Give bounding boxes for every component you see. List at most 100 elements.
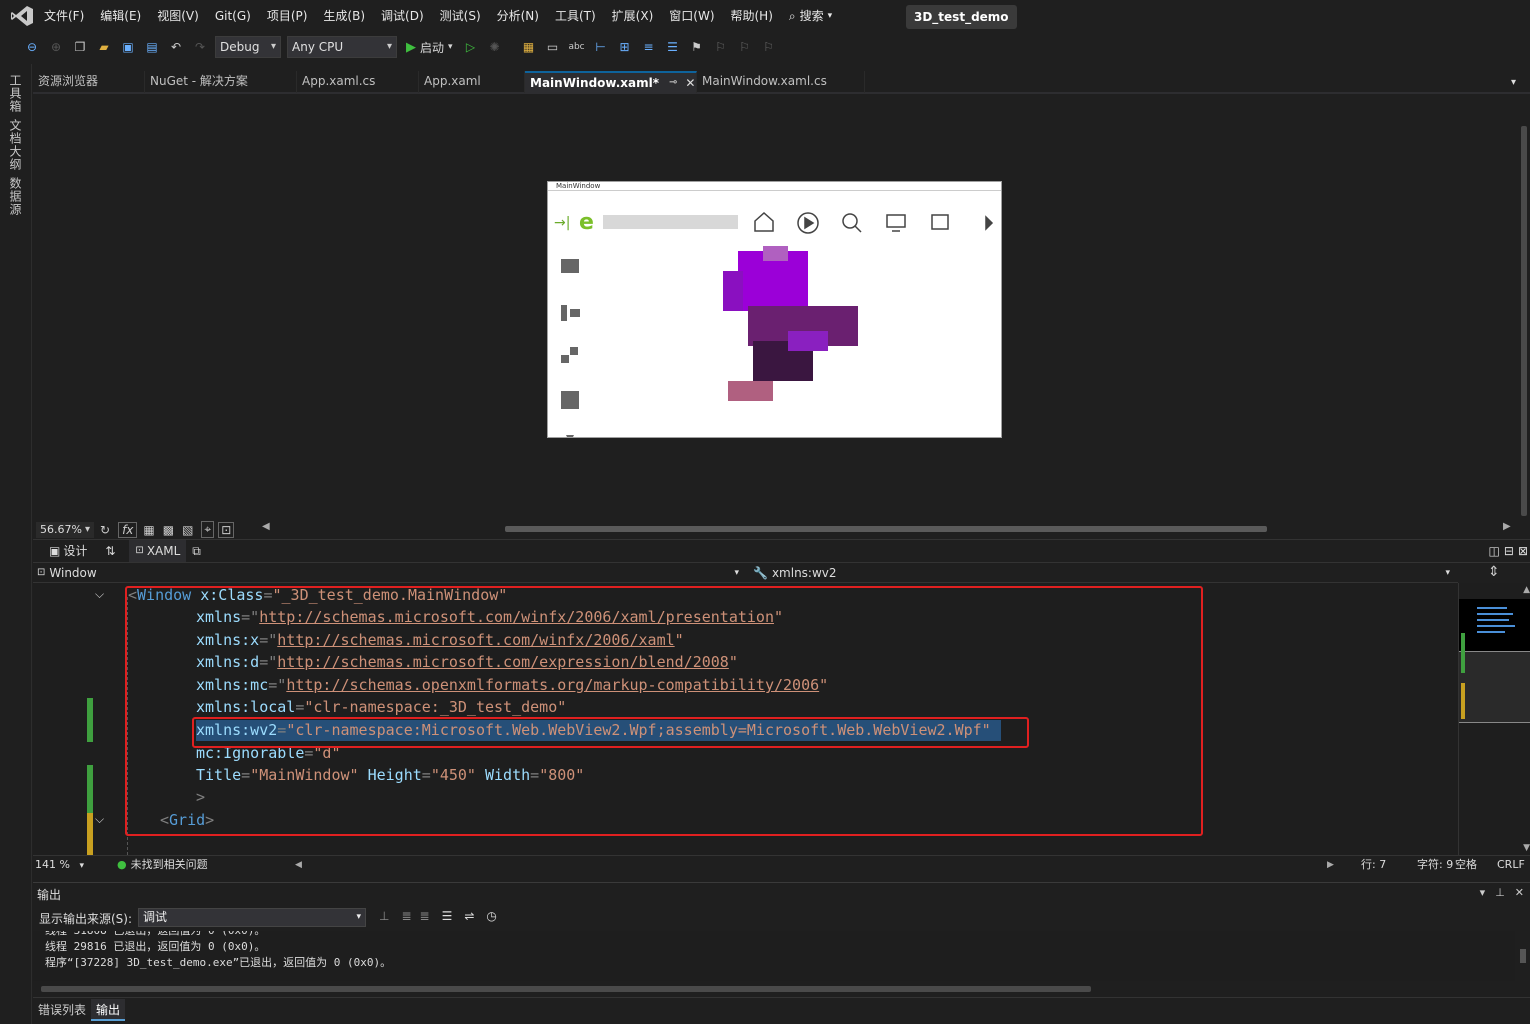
redo-icon[interactable]: ↷ xyxy=(190,37,210,57)
spacing-indicator[interactable]: 空格 xyxy=(1455,856,1477,874)
tab-app-xaml-cs[interactable]: App.xaml.cs xyxy=(297,71,419,93)
snap-icon[interactable]: ⌖ xyxy=(201,521,215,538)
editor-zoom-combo[interactable]: 141 % ▾ xyxy=(35,856,93,874)
hscroll-right-icon[interactable]: ▶ xyxy=(1503,521,1511,532)
fx-icon[interactable]: fx xyxy=(118,521,138,538)
hscroll-left-icon[interactable]: ◀ xyxy=(262,521,270,532)
tab-nuget[interactable]: NuGet - 解决方案 xyxy=(145,71,297,93)
tab-mainwindow-xaml[interactable]: MainWindow.xaml* ⊸ ✕ xyxy=(525,71,697,93)
tab-app-xaml[interactable]: App.xaml xyxy=(419,71,525,93)
checker-icon[interactable]: ▧ xyxy=(182,523,193,537)
open-folder-icon[interactable]: ▰ xyxy=(94,37,114,57)
issues-indicator[interactable]: ● 未找到相关问题 xyxy=(117,856,208,874)
menu-window[interactable]: 窗口(W) xyxy=(661,0,722,32)
distribute-icon[interactable]: ⊞ xyxy=(615,37,635,57)
bookmark-icon[interactable]: ⚑ xyxy=(687,37,707,57)
forward-icon[interactable]: ⊕ xyxy=(46,37,66,57)
bookmark-next-icon[interactable]: ⚐ xyxy=(735,37,755,57)
split-vertical-icon[interactable]: ◫ xyxy=(1487,540,1502,562)
member-nav-dropdown[interactable]: 🔧 xmlns:wv2 ▾ xyxy=(749,563,1458,583)
align-icon[interactable]: ⊢ xyxy=(591,37,611,57)
start-button[interactable]: ▶ 启动 ▾ xyxy=(406,39,453,56)
pin-icon[interactable]: ⊸ xyxy=(669,73,677,93)
save-icon[interactable]: ▣ xyxy=(118,37,138,57)
back-icon[interactable]: ⊖ xyxy=(22,37,42,57)
close-icon[interactable]: ✕ xyxy=(1515,886,1524,899)
menu-file[interactable]: 文件(F) xyxy=(36,0,92,32)
word-wrap-icon[interactable]: ⇌ xyxy=(464,909,474,923)
tab-resource-explorer[interactable]: 资源浏览器 xyxy=(33,71,145,93)
comment-icon[interactable]: ☰ xyxy=(663,37,683,57)
side-tab-toolbox[interactable]: 工具箱 xyxy=(7,74,24,113)
close-icon[interactable]: ✕ xyxy=(685,73,695,93)
menu-build[interactable]: 生成(B) xyxy=(315,0,373,32)
wpf-window-preview[interactable]: MainWindow →| e xyxy=(547,181,1002,443)
collapse-pane-icon[interactable]: ⊠ xyxy=(1516,540,1530,562)
line-indicator[interactable]: 行: 7 xyxy=(1361,856,1386,874)
menu-edit[interactable]: 编辑(E) xyxy=(92,0,149,32)
platform-combo[interactable]: Any CPU xyxy=(287,36,397,58)
hot-reload-icon[interactable]: ✺ xyxy=(485,37,505,57)
scroll-down-icon[interactable]: ▼ xyxy=(1523,843,1530,853)
bookmark-prev-icon[interactable]: ⚐ xyxy=(711,37,731,57)
design-vertical-scrollbar[interactable] xyxy=(1518,96,1530,520)
project-title[interactable]: 3D_test_demo xyxy=(906,5,1017,29)
design-zoom-combo[interactable]: 56.67% xyxy=(36,522,94,538)
pin-icon[interactable]: ⊥ xyxy=(1495,886,1505,899)
menu-test[interactable]: 测试(S) xyxy=(432,0,489,32)
xaml-view-tab[interactable]: ⊡ XAML xyxy=(129,540,187,562)
clear-all-icon[interactable]: ☰ xyxy=(442,909,453,923)
tab-error-list[interactable]: 错误列表 xyxy=(33,999,91,1021)
side-tab-document-outline[interactable]: 文档大纲 xyxy=(7,119,24,171)
output-vertical-scrollbar[interactable] xyxy=(1517,931,1529,981)
undo-icon[interactable]: ↶ xyxy=(166,37,186,57)
clock-icon[interactable]: ◷ xyxy=(486,909,496,923)
layout-icon[interactable]: ▭ xyxy=(543,37,563,57)
menu-tools[interactable]: 工具(T) xyxy=(547,0,604,32)
collapse-icon[interactable]: ⌵ xyxy=(95,812,104,827)
design-horizontal-scrollbar[interactable] xyxy=(505,526,1267,532)
menu-project[interactable]: 项目(P) xyxy=(259,0,316,32)
output-horizontal-scrollbar[interactable] xyxy=(41,986,1091,992)
config-combo[interactable]: Debug xyxy=(215,36,281,58)
scroll-right-icon[interactable]: ▶ xyxy=(1327,856,1334,874)
solution-explorer-icon[interactable]: ▦ xyxy=(519,37,539,57)
collapse-icon[interactable]: ⌵ xyxy=(95,587,104,602)
output-text[interactable]: 线程 31808 已退出，返回值为 0 (0x0)。 线程 29816 已退出，… xyxy=(33,931,1515,981)
search-button[interactable]: ⌕ 搜索 ▾ xyxy=(781,0,840,32)
menu-git[interactable]: Git(G) xyxy=(207,0,259,32)
indent-icon[interactable]: ≡ xyxy=(639,37,659,57)
chevron-down-icon[interactable]: ▾ xyxy=(1480,886,1486,899)
swap-panes-icon[interactable]: ⇅ xyxy=(99,540,121,562)
snap-lines-icon[interactable]: ⊡ xyxy=(218,521,235,538)
find-message-icon[interactable]: ⊥ xyxy=(379,909,389,923)
new-project-icon[interactable]: ❐ xyxy=(70,37,90,57)
tab-list-dropdown-icon[interactable]: ▾ xyxy=(1511,77,1516,88)
scroll-left-icon[interactable]: ◀ xyxy=(295,856,302,874)
save-all-icon[interactable]: ▤ xyxy=(142,37,162,57)
prev-message-icon[interactable]: ≣ xyxy=(401,909,411,923)
popout-xaml-icon[interactable]: ⧉ xyxy=(186,540,207,562)
split-horizontal-icon[interactable]: ⊟ xyxy=(1502,540,1516,562)
next-message-icon[interactable]: ≣ xyxy=(420,909,430,923)
eol-indicator[interactable]: CRLF xyxy=(1497,856,1525,874)
menu-analyze[interactable]: 分析(N) xyxy=(489,0,547,32)
grid-icon[interactable]: ▦ xyxy=(143,523,154,537)
menu-view[interactable]: 视图(V) xyxy=(149,0,207,32)
tab-output[interactable]: 输出 xyxy=(91,999,126,1021)
start-without-debug-icon[interactable]: ▷ xyxy=(461,37,481,57)
layout-grid-icon[interactable]: ▩ xyxy=(163,523,174,537)
menu-debug[interactable]: 调试(D) xyxy=(373,0,432,32)
output-source-select[interactable]: 调试 ▾ xyxy=(138,908,366,927)
tab-mainwindow-xaml-cs[interactable]: MainWindow.xaml.cs xyxy=(697,71,865,93)
code-minimap[interactable]: ▲ ▼ xyxy=(1458,583,1530,855)
char-indicator[interactable]: 字符: 9 xyxy=(1417,856,1453,874)
refresh-icon[interactable]: ↻ xyxy=(100,523,110,537)
scroll-up-icon[interactable]: ▲ xyxy=(1523,585,1530,595)
menu-help[interactable]: 帮助(H) xyxy=(723,0,781,32)
bookmark-clear-icon[interactable]: ⚐ xyxy=(759,37,779,57)
spell-check-icon[interactable]: abc xyxy=(567,37,587,57)
menu-extensions[interactable]: 扩展(X) xyxy=(604,0,662,32)
design-view-tab[interactable]: ▣ 设计 xyxy=(43,540,93,562)
side-tab-data-sources[interactable]: 数据源 xyxy=(7,177,24,216)
